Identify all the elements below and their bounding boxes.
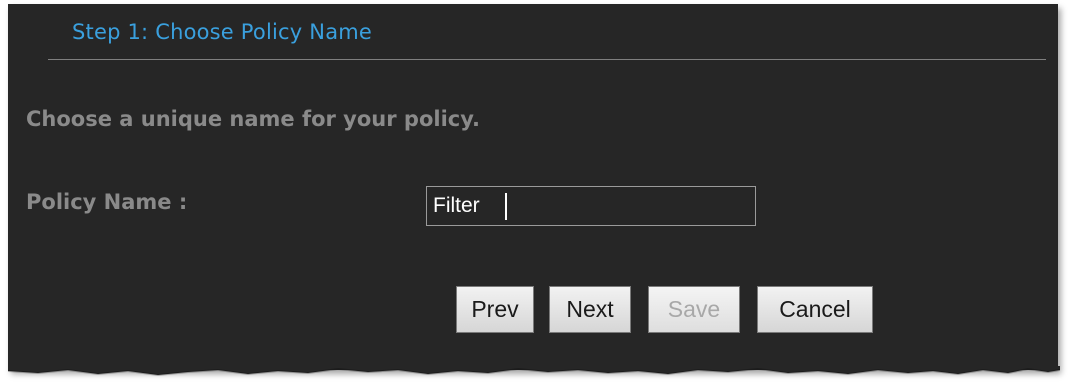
next-button[interactable]: Next bbox=[549, 286, 631, 333]
torn-paper-edge bbox=[8, 366, 1060, 377]
instruction-text: Choose a unique name for your policy. bbox=[26, 107, 480, 131]
text-cursor bbox=[505, 193, 507, 220]
policy-name-label: Policy Name : bbox=[26, 190, 188, 214]
title-divider bbox=[48, 59, 1046, 60]
cancel-button[interactable]: Cancel bbox=[757, 286, 873, 333]
save-button: Save bbox=[648, 286, 740, 333]
step-title: Step 1: Choose Policy Name bbox=[72, 20, 373, 44]
wizard-panel: Step 1: Choose Policy Name Choose a uniq… bbox=[8, 4, 1058, 370]
prev-button[interactable]: Prev bbox=[456, 286, 534, 333]
policy-name-input[interactable] bbox=[426, 186, 756, 226]
